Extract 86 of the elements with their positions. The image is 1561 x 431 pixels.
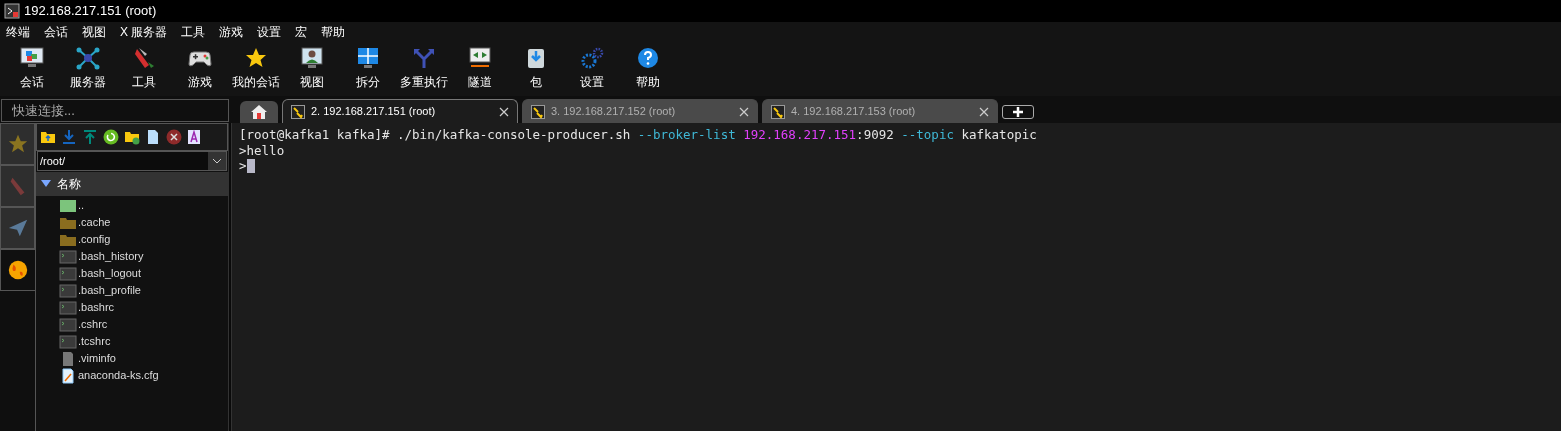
new-folder-icon[interactable] (124, 129, 140, 145)
window-title: 192.168.217.151 (root) (24, 2, 157, 21)
new-tab-button[interactable] (1002, 105, 1034, 119)
file-row[interactable]: .config (59, 231, 228, 248)
key-icon (291, 104, 305, 119)
toolbar-button[interactable]: 游戏 (172, 46, 228, 91)
settings-icon (579, 46, 605, 70)
tunnel-icon (467, 46, 493, 70)
menu-item[interactable]: 会话 (44, 23, 68, 41)
key-icon (531, 104, 545, 119)
file-row[interactable]: .bash_logout (59, 265, 228, 282)
terminal-file-icon (59, 265, 77, 282)
menu-item[interactable]: X 服务器 (120, 23, 168, 41)
monitor-user-icon (299, 46, 325, 70)
toolbar-button[interactable]: 我的会话 (228, 46, 284, 91)
file-row[interactable]: .bash_history (59, 248, 228, 265)
close-icon[interactable] (979, 106, 989, 117)
terminal-file-icon (59, 333, 77, 350)
path-text: /root/ (39, 153, 67, 169)
sort-down-icon (41, 180, 51, 188)
column-header[interactable]: 名称 (36, 172, 228, 196)
side-tab[interactable] (0, 249, 35, 291)
terminal-line: > (239, 158, 1554, 174)
session-tab[interactable]: 4. 192.168.217.153 (root) (762, 99, 998, 123)
toolbar-button[interactable]: 拆分 (340, 46, 396, 91)
delete-icon[interactable] (166, 129, 182, 145)
folder-up-icon[interactable] (40, 129, 56, 145)
menu-item[interactable]: 宏 (295, 23, 308, 41)
plus-icon (1013, 107, 1023, 117)
help-icon (635, 46, 661, 70)
toolbar-button[interactable]: 隧道 (452, 46, 508, 91)
session-tab[interactable]: 2. 192.168.217.151 (root) (282, 99, 518, 123)
toolbar-button[interactable]: 多重执行 (396, 46, 452, 91)
terminal[interactable]: [root@kafka1 kafka]# ./bin/kafka-console-producer.sh --broker-list 192.168.217.151:9092 --topic kafkatopic >hello > (232, 123, 1561, 431)
close-icon[interactable] (499, 106, 509, 117)
toolbar-button[interactable]: 工具 (116, 46, 172, 91)
file-row[interactable]: anaconda-ks.cfg (59, 367, 228, 384)
split-window-icon (355, 46, 381, 70)
menu-item[interactable]: 工具 (181, 23, 206, 41)
refresh-icon[interactable] (103, 129, 119, 145)
toolbar-button[interactable]: 帮助 (620, 46, 676, 91)
tab-label: 3. 192.168.217.152 (root) (551, 104, 677, 120)
home-tab[interactable] (240, 101, 278, 123)
menu-item[interactable]: 帮助 (321, 23, 346, 41)
terminal-file-icon (59, 316, 77, 333)
toolbar-button[interactable]: 视图 (284, 46, 340, 91)
file-row[interactable]: .. (59, 197, 228, 214)
menu-item[interactable]: 视图 (82, 23, 106, 41)
globe-icon (7, 259, 29, 281)
home-icon (250, 104, 268, 120)
network-icon (75, 46, 101, 70)
menu-item[interactable]: 设置 (257, 23, 282, 41)
file-row[interactable]: .bashrc (59, 299, 228, 316)
file-row[interactable]: .tcshrc (59, 333, 228, 350)
menu-item[interactable]: 终端 (6, 23, 30, 41)
file-row[interactable]: .cshrc (59, 316, 228, 333)
toolbar-button[interactable]: 服务器 (60, 46, 116, 91)
toolbar-button[interactable]: 设置 (564, 46, 620, 91)
terminal-file-icon (59, 299, 77, 316)
tab-label: 2. 192.168.217.151 (root) (311, 104, 437, 120)
download-icon[interactable] (61, 129, 77, 145)
text-file-icon (59, 367, 77, 384)
file-row[interactable]: .bash_profile (59, 282, 228, 299)
chevron-down-icon (208, 152, 226, 170)
rename-icon[interactable] (187, 129, 201, 145)
terminal-file-icon (59, 248, 77, 265)
terminal-line: >hello (239, 142, 286, 158)
quick-connect-field[interactable]: 快速连接... (1, 99, 229, 122)
key-icon (771, 104, 785, 119)
path-field[interactable]: /root/ (37, 151, 227, 171)
toolbar-button[interactable]: 会话 (4, 46, 60, 91)
fork-icon (411, 46, 437, 70)
terminal-line: [root@kafka1 kafka]# ./bin/kafka-console-producer.sh --broker-list 192.168.217.151:9092 --topic kafkatopic (239, 127, 1038, 143)
tab-label: 4. 192.168.217.153 (root) (791, 104, 917, 120)
upload-icon[interactable] (82, 129, 98, 145)
app-icon (4, 3, 20, 19)
session-tab[interactable]: 3. 192.168.217.152 (root) (522, 99, 758, 123)
toolbar-button[interactable]: 包 (508, 46, 564, 91)
file-row[interactable]: .viminfo (59, 350, 228, 367)
file-row[interactable]: .cache (59, 214, 228, 231)
star-icon (6, 133, 29, 155)
monitor-icon (19, 46, 45, 70)
terminal-file-icon (59, 282, 77, 299)
close-icon[interactable] (739, 106, 749, 117)
menu-item[interactable]: 游戏 (219, 23, 244, 41)
new-file-icon[interactable] (145, 129, 161, 145)
